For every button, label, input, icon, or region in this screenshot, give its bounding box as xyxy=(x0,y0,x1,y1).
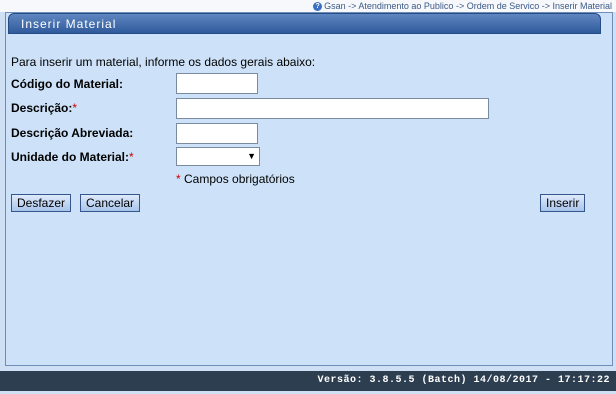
breadcrumb: ? Gsan -> Atendimento ao Publico -> Orde… xyxy=(313,0,612,12)
unidade-label: Unidade do Material:* xyxy=(11,150,134,164)
required-marker: * xyxy=(129,150,134,164)
page-title: Inserir Material xyxy=(21,17,117,31)
version-text: Versão: 3.8.5.5 (Batch) 14/08/2017 - 17:… xyxy=(317,375,610,386)
descricao-abreviada-field[interactable] xyxy=(176,123,258,144)
breadcrumb-text: Gsan -> Atendimento ao Publico -> Ordem … xyxy=(324,1,612,11)
required-marker: * xyxy=(176,172,181,186)
codigo-field[interactable] xyxy=(176,73,258,94)
desfazer-button[interactable]: Desfazer xyxy=(11,194,72,212)
inserir-button[interactable]: Inserir xyxy=(540,194,586,212)
help-icon[interactable]: ? xyxy=(313,1,323,11)
required-fields-note: * Campos obrigatórios xyxy=(176,172,295,186)
codigo-label: Código do Material: xyxy=(11,77,123,91)
descricao-abreviada-label: Descrição Abreviada: xyxy=(11,126,134,140)
panel-header: Inserir Material xyxy=(8,13,601,34)
footer-bar: Versão: 3.8.5.5 (Batch) 14/08/2017 - 17:… xyxy=(0,371,616,391)
top-bar: ? Gsan -> Atendimento ao Publico -> Orde… xyxy=(0,0,616,12)
cancelar-button[interactable]: Cancelar xyxy=(80,194,141,212)
required-marker: * xyxy=(72,101,78,115)
chevron-down-icon[interactable]: ▼ xyxy=(247,151,256,161)
descricao-label: Descrição:* xyxy=(11,101,78,115)
unidade-select[interactable]: ▼ xyxy=(176,147,260,166)
descricao-field[interactable] xyxy=(176,98,489,119)
intro-text: Para inserir um material, informe os dad… xyxy=(11,55,316,69)
